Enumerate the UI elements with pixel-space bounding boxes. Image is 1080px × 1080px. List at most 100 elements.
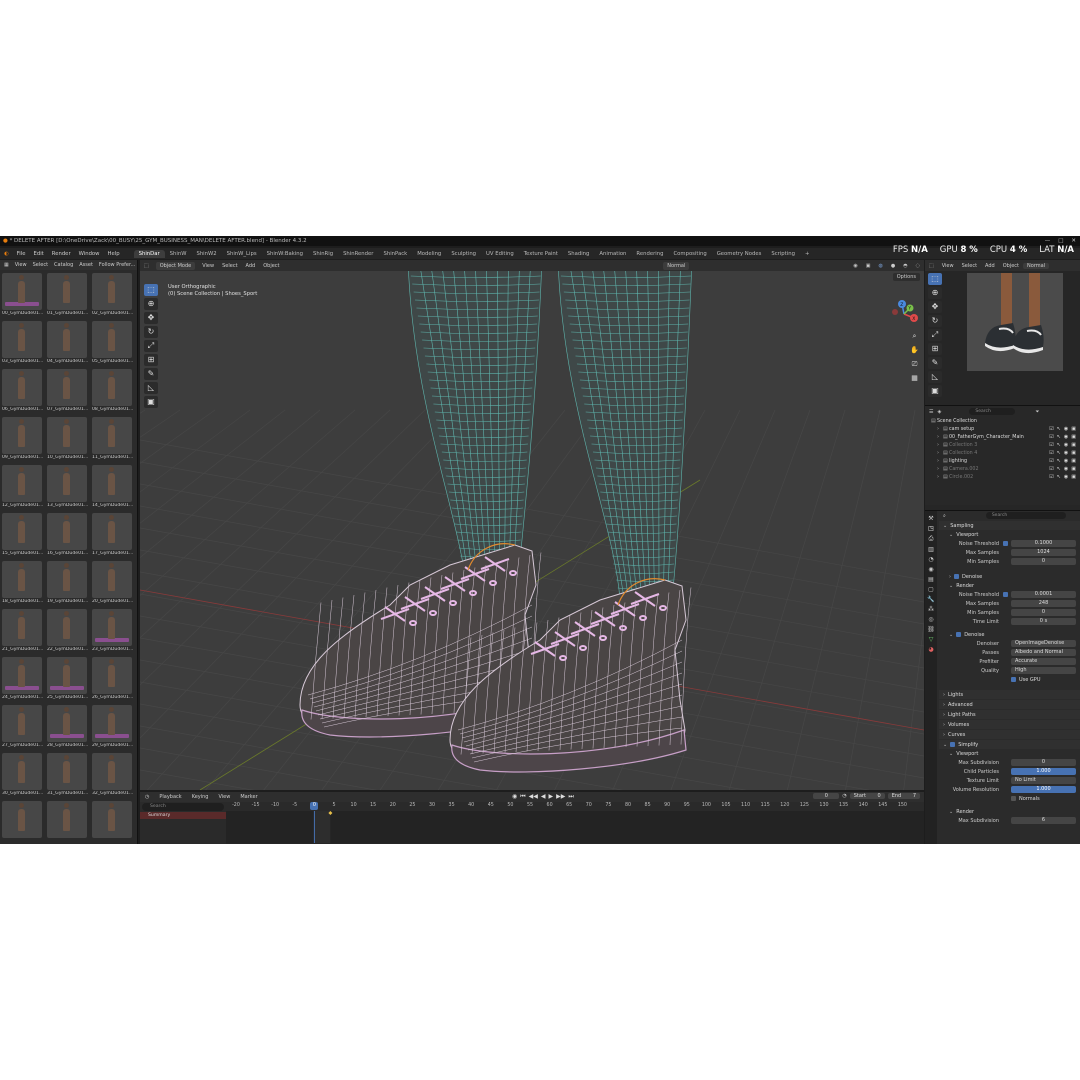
s-texture-limit-dropdown[interactable]: No Limit xyxy=(1011,777,1076,784)
collection-tab-icon[interactable]: ▤ xyxy=(928,576,934,583)
r-denoise-subpanel[interactable]: ⌄ Denoise xyxy=(939,630,1080,639)
outliner-search[interactable]: Search xyxy=(969,408,1016,415)
workspace-tab[interactable]: UV Editing xyxy=(481,250,519,258)
rv-menu-object[interactable]: Object xyxy=(999,263,1023,269)
camera-view-icon[interactable]: ⎚ xyxy=(910,360,919,369)
workspace-tab[interactable]: ShinW:Baking xyxy=(262,250,308,258)
outliner-type-icon[interactable]: ☰ xyxy=(929,409,933,415)
denoiser-dropdown[interactable]: OpenImageDenoise xyxy=(1011,640,1076,647)
frame-ruler[interactable]: -20 -15 -10 -5 0 5 10 15 20 25 30 35 40 45 50 55 60 65 70 7… xyxy=(226,802,924,811)
render-subpanel[interactable]: ⌄ Render xyxy=(939,581,1080,590)
transform-tool-icon[interactable]: ⊞ xyxy=(144,354,158,366)
outliner-item[interactable]: › ▤ 00_FatherGym_Character_Main ☑ ↖ ◉ ▣ xyxy=(925,433,1080,441)
add-cube-tool-icon[interactable]: ▣ xyxy=(144,396,158,408)
r-max-subdivision-field[interactable]: 6 xyxy=(1011,817,1076,824)
eye-icon[interactable]: ◉ xyxy=(1064,434,1068,440)
asset-item[interactable]: 17_GymDude01... xyxy=(92,513,134,559)
particles-tab-icon[interactable]: ⁂ xyxy=(928,606,934,613)
blender-menu-icon[interactable]: ◐ xyxy=(0,251,13,257)
current-frame-marker[interactable]: 0 xyxy=(310,802,319,810)
rendered-preview[interactable] xyxy=(967,273,1063,371)
workspace-tab[interactable]: Rendering xyxy=(631,250,668,258)
vp-max-samples-field[interactable]: 1024 xyxy=(1011,549,1076,556)
shading-solid-icon[interactable]: ● xyxy=(887,263,899,269)
asset-item[interactable]: 30_GymDude01... xyxy=(2,753,44,799)
eye-icon[interactable]: ◉ xyxy=(1064,466,1068,472)
next-key-icon[interactable]: ▶▶ xyxy=(556,793,565,801)
r-time-limit-field[interactable]: 0 s xyxy=(1011,618,1076,625)
camera-icon[interactable]: ▣ xyxy=(1071,458,1076,464)
sampling-panel[interactable]: ⌄ Sampling xyxy=(939,521,1080,530)
asset-menu-catalog[interactable]: Catalog xyxy=(54,262,73,268)
object-mode-dropdown[interactable]: Object Mode xyxy=(155,261,196,270)
simplify-render-subpanel[interactable]: ⌄ Render xyxy=(939,807,1080,816)
timeline-search[interactable]: Search xyxy=(142,803,224,811)
menu-edit[interactable]: Edit xyxy=(30,251,48,257)
asset-item[interactable]: 22_GymDude01... xyxy=(47,609,89,655)
s-max-subdivision-field[interactable]: 0 xyxy=(1011,759,1076,766)
select-arrow-icon[interactable]: ↖ xyxy=(1057,426,1061,432)
rv-orientation-dropdown[interactable]: Normal xyxy=(1023,262,1050,269)
workspace-tab[interactable]: ShinDar xyxy=(133,249,165,258)
world-tab-icon[interactable]: ◉ xyxy=(928,566,933,573)
move-tool-icon[interactable]: ✥ xyxy=(144,312,158,324)
workspace-tab[interactable]: ShinRender xyxy=(338,250,378,258)
editor-type-icon[interactable]: ⬚ xyxy=(925,263,938,269)
properties-search[interactable]: Search xyxy=(985,512,1066,519)
prefilter-dropdown[interactable]: Accurate xyxy=(1011,658,1076,665)
scale-tool-icon[interactable]: ⤢ xyxy=(144,340,158,352)
select-arrow-icon[interactable]: ↖ xyxy=(1057,466,1061,472)
shading-material-icon[interactable]: ◓ xyxy=(899,263,911,269)
quality-dropdown[interactable]: High xyxy=(1011,667,1076,674)
end-frame-field[interactable]: End 7 xyxy=(887,793,920,799)
workspace-tab[interactable]: Geometry Nodes xyxy=(712,250,767,258)
eye-icon[interactable]: ◉ xyxy=(1064,426,1068,432)
r-denoise-checkbox[interactable] xyxy=(956,632,962,637)
viewport-subpanel[interactable]: ⌄ Viewport xyxy=(939,530,1080,539)
asset-item[interactable]: 07_GymDude01... xyxy=(47,369,89,415)
vp-denoise-checkbox[interactable] xyxy=(954,574,959,579)
xray-toggle-icon[interactable]: ▣ xyxy=(862,263,875,269)
asset-item[interactable]: 01_GymDude01... xyxy=(47,273,89,319)
asset-item[interactable]: 31_GymDude01... xyxy=(47,753,89,799)
material-tab-icon[interactable]: ◕ xyxy=(928,646,933,653)
cursor-tool-icon[interactable]: ⊕ xyxy=(144,298,158,310)
start-frame-field[interactable]: Start 0 xyxy=(849,793,885,799)
measure-tool-icon[interactable]: ◺ xyxy=(928,371,942,383)
jump-start-icon[interactable]: ⏮ xyxy=(520,793,525,801)
camera-icon[interactable]: ▣ xyxy=(1071,450,1076,456)
asset-item[interactable]: 27_GymDude01... xyxy=(2,705,44,751)
viewport-menu-select[interactable]: Select xyxy=(218,263,241,269)
asset-item[interactable]: 10_GymDude01... xyxy=(47,417,89,463)
outliner-item[interactable]: › ▤ Collection 3 ☑ ↖ ◉ ▣ xyxy=(925,441,1080,449)
workspace-tab[interactable]: Modeling xyxy=(412,250,446,258)
zoom-icon[interactable]: ⌕ xyxy=(910,332,919,341)
s-volume-resolution-field[interactable]: 1.000 xyxy=(1011,786,1076,793)
menu-window[interactable]: Window xyxy=(75,251,104,257)
asset-item[interactable]: 21_GymDude01... xyxy=(2,609,44,655)
transform-tool-icon[interactable]: ⊞ xyxy=(928,343,942,355)
pan-hand-icon[interactable]: ✋ xyxy=(910,346,919,355)
asset-item[interactable]: 26_GymDude01... xyxy=(92,657,134,703)
outliner-root[interactable]: ▤ Scene Collection xyxy=(925,417,1080,425)
camera-icon[interactable]: ▣ xyxy=(1071,426,1076,432)
modifier-tab-icon[interactable]: 🔧 xyxy=(927,596,934,603)
asset-item[interactable]: 16_GymDude01... xyxy=(47,513,89,559)
shading-rendered-icon[interactable]: ◌ xyxy=(912,263,924,269)
workspace-tab[interactable]: ShinW2 xyxy=(191,250,221,258)
rv-menu-view[interactable]: View xyxy=(938,263,958,269)
eye-icon[interactable]: ◉ xyxy=(1064,474,1068,480)
view-layer-tab-icon[interactable]: ▥ xyxy=(928,546,934,553)
vp-noise-threshold-field[interactable]: 0.1000 xyxy=(1011,540,1076,547)
timeline-menu-marker[interactable]: Marker xyxy=(235,794,262,800)
pin-icon[interactable]: ⌕ xyxy=(943,513,946,519)
asset-item[interactable] xyxy=(92,801,134,844)
cursor-tool-icon[interactable]: ⊕ xyxy=(928,287,942,299)
object-tab-icon[interactable]: ▢ xyxy=(928,586,934,593)
output-tab-icon[interactable]: ⎙ xyxy=(929,535,934,543)
constraints-tab-icon[interactable]: ⛓ xyxy=(927,626,935,633)
asset-item[interactable]: 14_GymDude01... xyxy=(92,465,134,511)
noise-threshold-checkbox[interactable] xyxy=(1003,541,1008,546)
current-frame-field[interactable]: 0 xyxy=(813,793,840,799)
asset-item[interactable]: 12_GymDude01... xyxy=(2,465,44,511)
